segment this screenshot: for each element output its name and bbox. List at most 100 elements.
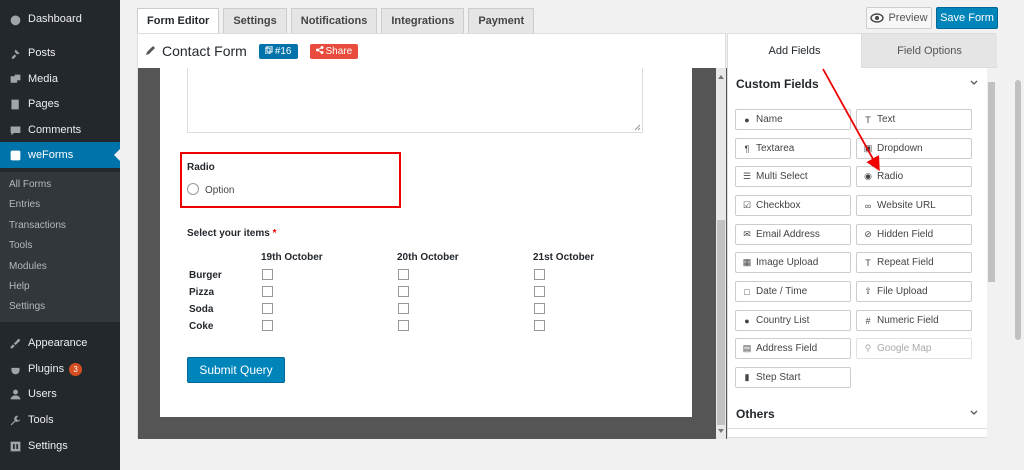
- add-date-time-field-button[interactable]: □ Date / Time: [735, 281, 851, 302]
- canvas-scrollbar[interactable]: [716, 68, 726, 439]
- field-label: Date / Time: [756, 286, 808, 297]
- add-step-start-field-button[interactable]: ▮ Step Start: [735, 367, 851, 388]
- add-hidden-field-button[interactable]: ⊘ Hidden Field: [856, 224, 972, 245]
- resize-grip-icon[interactable]: [633, 123, 641, 131]
- fields-scrollbar[interactable]: [987, 68, 996, 438]
- grid-checkbox[interactable]: [534, 303, 545, 314]
- tab-payment[interactable]: Payment: [468, 8, 535, 34]
- field-label: Repeat Field: [877, 257, 934, 268]
- radio-icon: ◉: [864, 171, 872, 181]
- sidebar-item-plugins[interactable]: Plugins 3: [0, 356, 120, 382]
- upload-icon: ⇧: [864, 286, 872, 296]
- add-text-field-button[interactable]: T Text: [856, 109, 972, 130]
- form-editor: Form Editor Settings Notifications Integ…: [137, 0, 1006, 439]
- scroll-thumb[interactable]: [717, 220, 725, 425]
- grid-checkbox[interactable]: [262, 269, 273, 280]
- scroll-up-icon[interactable]: [718, 72, 724, 79]
- submenu-help[interactable]: Help: [9, 281, 30, 292]
- tab-notifications[interactable]: Notifications: [290, 8, 378, 34]
- paragraph-icon: ¶: [744, 143, 750, 154]
- plugin-icon: [8, 362, 22, 376]
- submenu-tools[interactable]: Tools: [9, 240, 32, 251]
- textarea-field-preview[interactable]: [187, 68, 643, 133]
- preview-button[interactable]: Preview: [866, 7, 932, 29]
- share-button[interactable]: Share: [309, 43, 359, 59]
- page-scrollbar[interactable]: [1012, 0, 1024, 470]
- add-textarea-field-button[interactable]: ¶ Textarea: [735, 138, 851, 159]
- add-address-field-button[interactable]: ▤ Address Field: [735, 338, 851, 359]
- custom-fields-heading[interactable]: Custom Fields: [736, 77, 819, 91]
- users-icon: [8, 387, 22, 401]
- add-numeric-field-button[interactable]: # Numeric Field: [856, 310, 972, 331]
- scroll-thumb[interactable]: [1015, 80, 1021, 340]
- editor-tabs: Form Editor Settings Notifications Integ…: [137, 8, 538, 34]
- sidebar-item-settings[interactable]: Settings: [0, 433, 120, 459]
- grid-checkbox[interactable]: [262, 303, 273, 314]
- add-file-upload-field-button[interactable]: ⇧ File Upload: [856, 281, 972, 302]
- add-name-field-button[interactable]: ● Name: [735, 109, 851, 130]
- form-id-text: #16: [274, 45, 292, 57]
- user-icon: ●: [744, 114, 750, 125]
- add-multiselect-field-button[interactable]: ☰ Multi Select: [735, 166, 851, 187]
- sidebar-item-pages[interactable]: Pages: [0, 91, 120, 117]
- copy-icon: [264, 45, 273, 54]
- sidebar-item-label: weForms: [28, 149, 74, 161]
- sidebar-item-weforms[interactable]: weForms: [0, 142, 120, 168]
- submit-button[interactable]: Submit Query: [187, 357, 285, 383]
- add-image-upload-field-button[interactable]: ▦ Image Upload: [735, 252, 851, 273]
- submenu-all-forms[interactable]: All Forms: [9, 179, 51, 190]
- add-repeat-field-button[interactable]: T Repeat Field: [856, 252, 972, 273]
- sidebar-item-users[interactable]: Users: [0, 381, 120, 407]
- grid-checkbox[interactable]: [262, 320, 273, 331]
- grid-row-header: Soda: [189, 304, 214, 315]
- sidebar-item-media[interactable]: Media: [0, 66, 120, 92]
- envelope-icon: ✉: [743, 229, 751, 239]
- add-country-list-field-button[interactable]: ● Country List: [735, 310, 851, 331]
- radio-field-label: Radio: [187, 162, 215, 173]
- add-checkbox-field-button[interactable]: ☑ Checkbox: [735, 195, 851, 216]
- sidebar-item-dashboard[interactable]: Dashboard: [0, 6, 120, 32]
- grid-checkbox[interactable]: [262, 286, 273, 297]
- add-website-url-field-button[interactable]: ∞ Website URL: [856, 195, 972, 216]
- form-title[interactable]: Contact Form: [162, 43, 247, 59]
- admin-sidebar: Dashboard Posts Media Pages Comments weF…: [0, 0, 120, 470]
- tab-form-editor[interactable]: Form Editor: [137, 8, 220, 34]
- tab-field-options[interactable]: Field Options: [862, 34, 997, 68]
- grid-checkbox[interactable]: [534, 320, 545, 331]
- tab-add-fields[interactable]: Add Fields: [728, 34, 862, 68]
- scroll-down-icon[interactable]: [718, 429, 724, 436]
- field-label: File Upload: [877, 286, 928, 297]
- submenu-modules[interactable]: Modules: [9, 261, 47, 272]
- grid-checkbox[interactable]: [534, 269, 545, 280]
- sidebar-item-tools[interactable]: Tools: [0, 407, 120, 433]
- sidebar-item-posts[interactable]: Posts: [0, 40, 120, 66]
- submenu-entries[interactable]: Entries: [9, 199, 40, 210]
- eye-icon: [870, 13, 885, 23]
- add-email-field-button[interactable]: ✉ Email Address: [735, 224, 851, 245]
- add-radio-field-button[interactable]: ◉ Radio: [856, 166, 972, 187]
- sidebar-item-appearance[interactable]: Appearance: [0, 330, 120, 356]
- scroll-thumb[interactable]: [988, 82, 995, 282]
- grid-checkbox[interactable]: [534, 286, 545, 297]
- pencil-icon[interactable]: [144, 45, 156, 57]
- tab-settings[interactable]: Settings: [223, 8, 287, 34]
- chevron-down-icon[interactable]: [970, 79, 978, 87]
- grid-checkbox[interactable]: [398, 303, 409, 314]
- field-label: Text: [877, 114, 896, 125]
- form-id-badge[interactable]: #16: [258, 43, 298, 59]
- sidebar-item-comments[interactable]: Comments: [0, 117, 120, 143]
- submenu-transactions[interactable]: Transactions: [9, 220, 66, 231]
- grid-checkbox[interactable]: [398, 286, 409, 297]
- save-form-button[interactable]: Save Form: [936, 7, 998, 29]
- highlighted-radio-field[interactable]: [180, 152, 401, 208]
- chevron-down-icon[interactable]: [970, 409, 978, 417]
- field-label: Textarea: [756, 143, 795, 154]
- submenu-settings[interactable]: Settings: [9, 301, 45, 312]
- add-dropdown-field-button[interactable]: ▣ Dropdown: [856, 138, 972, 159]
- map-marker-icon: ⚲: [864, 343, 872, 353]
- grid-checkbox[interactable]: [398, 320, 409, 331]
- radio-button[interactable]: [187, 183, 199, 195]
- others-heading[interactable]: Others: [736, 407, 775, 421]
- grid-checkbox[interactable]: [398, 269, 409, 280]
- tab-integrations[interactable]: Integrations: [381, 8, 465, 34]
